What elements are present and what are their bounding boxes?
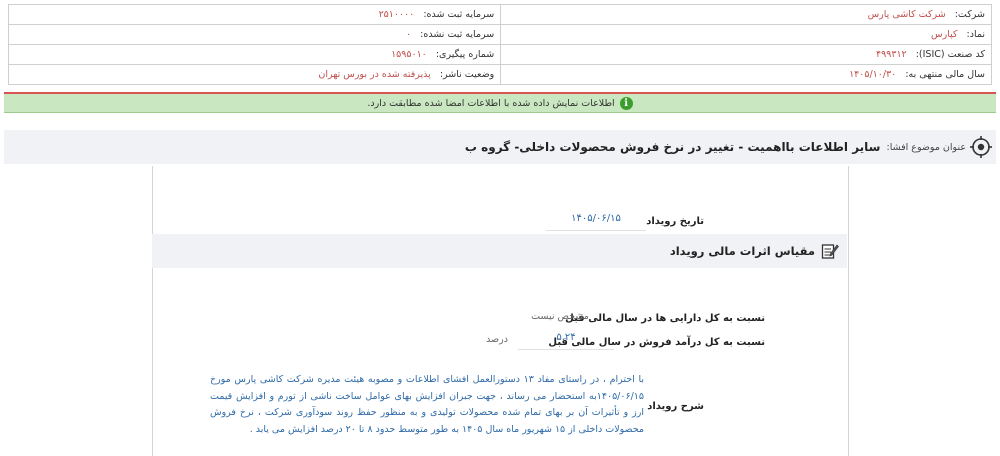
- unregistered-capital-label: سرمایه ثبت نشده:: [420, 29, 495, 40]
- unregistered-capital-value: ۰: [406, 29, 412, 40]
- description-label: شرح رویداد: [647, 401, 704, 412]
- isic-cell: کد صنعت (ISIC): ۴۹۹۳۱۲: [500, 44, 992, 65]
- tracking-cell: شماره پیگیری: ۱۵۹۵۰۱۰: [7, 44, 502, 65]
- company-info-table: شرکت: شرکت کاشی پارس سرمایه ثبت شده: ۲۵۱…: [7, 4, 992, 85]
- symbol-cell: نماد: کپارس: [500, 24, 992, 45]
- target-icon: [970, 136, 992, 158]
- edit-note-icon: [821, 244, 839, 259]
- unregistered-capital-cell: سرمایه ثبت نشده: ۰: [7, 24, 502, 45]
- info-row: سال مالی منتهی به: ۱۴۰۵/۱۰/۳۰ وضعیت ناشر…: [7, 64, 992, 85]
- publisher-status-label: وضعیت ناشر:: [439, 69, 495, 80]
- fiscal-label: سال مالی منتهی به:: [905, 69, 985, 80]
- info-row: شرکت: شرکت کاشی پارس سرمایه ثبت شده: ۲۵۱…: [7, 4, 992, 25]
- financial-section-title: مقیاس اثرات مالی رویداد: [669, 244, 815, 258]
- publisher-status-cell: وضعیت ناشر: پذیرفته شده در بورس تهران: [7, 64, 502, 85]
- subject-title: سایر اطلاعات بااهمیت - تغییر در نرخ فروش…: [464, 140, 881, 154]
- notice-text: اطلاعات نمایش داده شده با اطلاعات امضا ش…: [367, 97, 615, 109]
- revenue-ratio-value: ۵.۲۴: [518, 332, 614, 350]
- symbol-value: کپارس: [931, 29, 958, 40]
- tracking-label: شماره پیگیری:: [435, 49, 495, 60]
- event-date-value: ۱۴۰۵/۰۶/۱۵: [546, 213, 646, 231]
- assets-ratio-value: مشخص نیست: [531, 311, 589, 322]
- publisher-status-value: پذیرفته شده در بورس تهران: [318, 69, 431, 80]
- fiscal-value: ۱۴۰۵/۱۰/۳۰: [849, 69, 897, 80]
- registered-capital-label: سرمایه ثبت شده:: [423, 9, 495, 20]
- isic-value: ۴۹۹۳۱۲: [876, 49, 907, 60]
- info-row: کد صنعت (ISIC): ۴۹۹۳۱۲ شماره پیگیری: ۱۵۹…: [7, 44, 992, 65]
- company-label: شرکت:: [954, 9, 985, 20]
- symbol-label: نماد:: [966, 29, 985, 40]
- tracking-value: ۱۵۹۵۰۱۰: [391, 49, 427, 60]
- info-icon: i: [619, 96, 633, 110]
- verification-notice: i اطلاعات نمایش داده شده با اطلاعات امضا…: [4, 94, 996, 113]
- financial-section-header: مقیاس اثرات مالی رویداد: [152, 234, 847, 268]
- subject-label: عنوان موضوع افشا:: [886, 141, 967, 153]
- company-value: شرکت کاشی پارس: [867, 9, 946, 20]
- registered-capital-value: ۲۵۱۰۰۰۰: [378, 9, 415, 20]
- company-cell: شرکت: شرکت کاشی پارس: [500, 4, 992, 25]
- registered-capital-cell: سرمایه ثبت شده: ۲۵۱۰۰۰۰: [7, 4, 502, 25]
- info-row: نماد: کپارس سرمایه ثبت نشده: ۰: [7, 24, 992, 45]
- revenue-ratio-unit: درصد: [486, 334, 508, 345]
- isic-label: کد صنعت (ISIC):: [915, 49, 985, 60]
- description-text: با احترام ، در راستای مفاد ۱۳ دستورالعمل…: [210, 374, 644, 435]
- fiscal-cell: سال مالی منتهی به: ۱۴۰۵/۱۰/۳۰: [500, 64, 992, 85]
- subject-bar: عنوان موضوع افشا: سایر اطلاعات بااهمیت -…: [4, 130, 996, 164]
